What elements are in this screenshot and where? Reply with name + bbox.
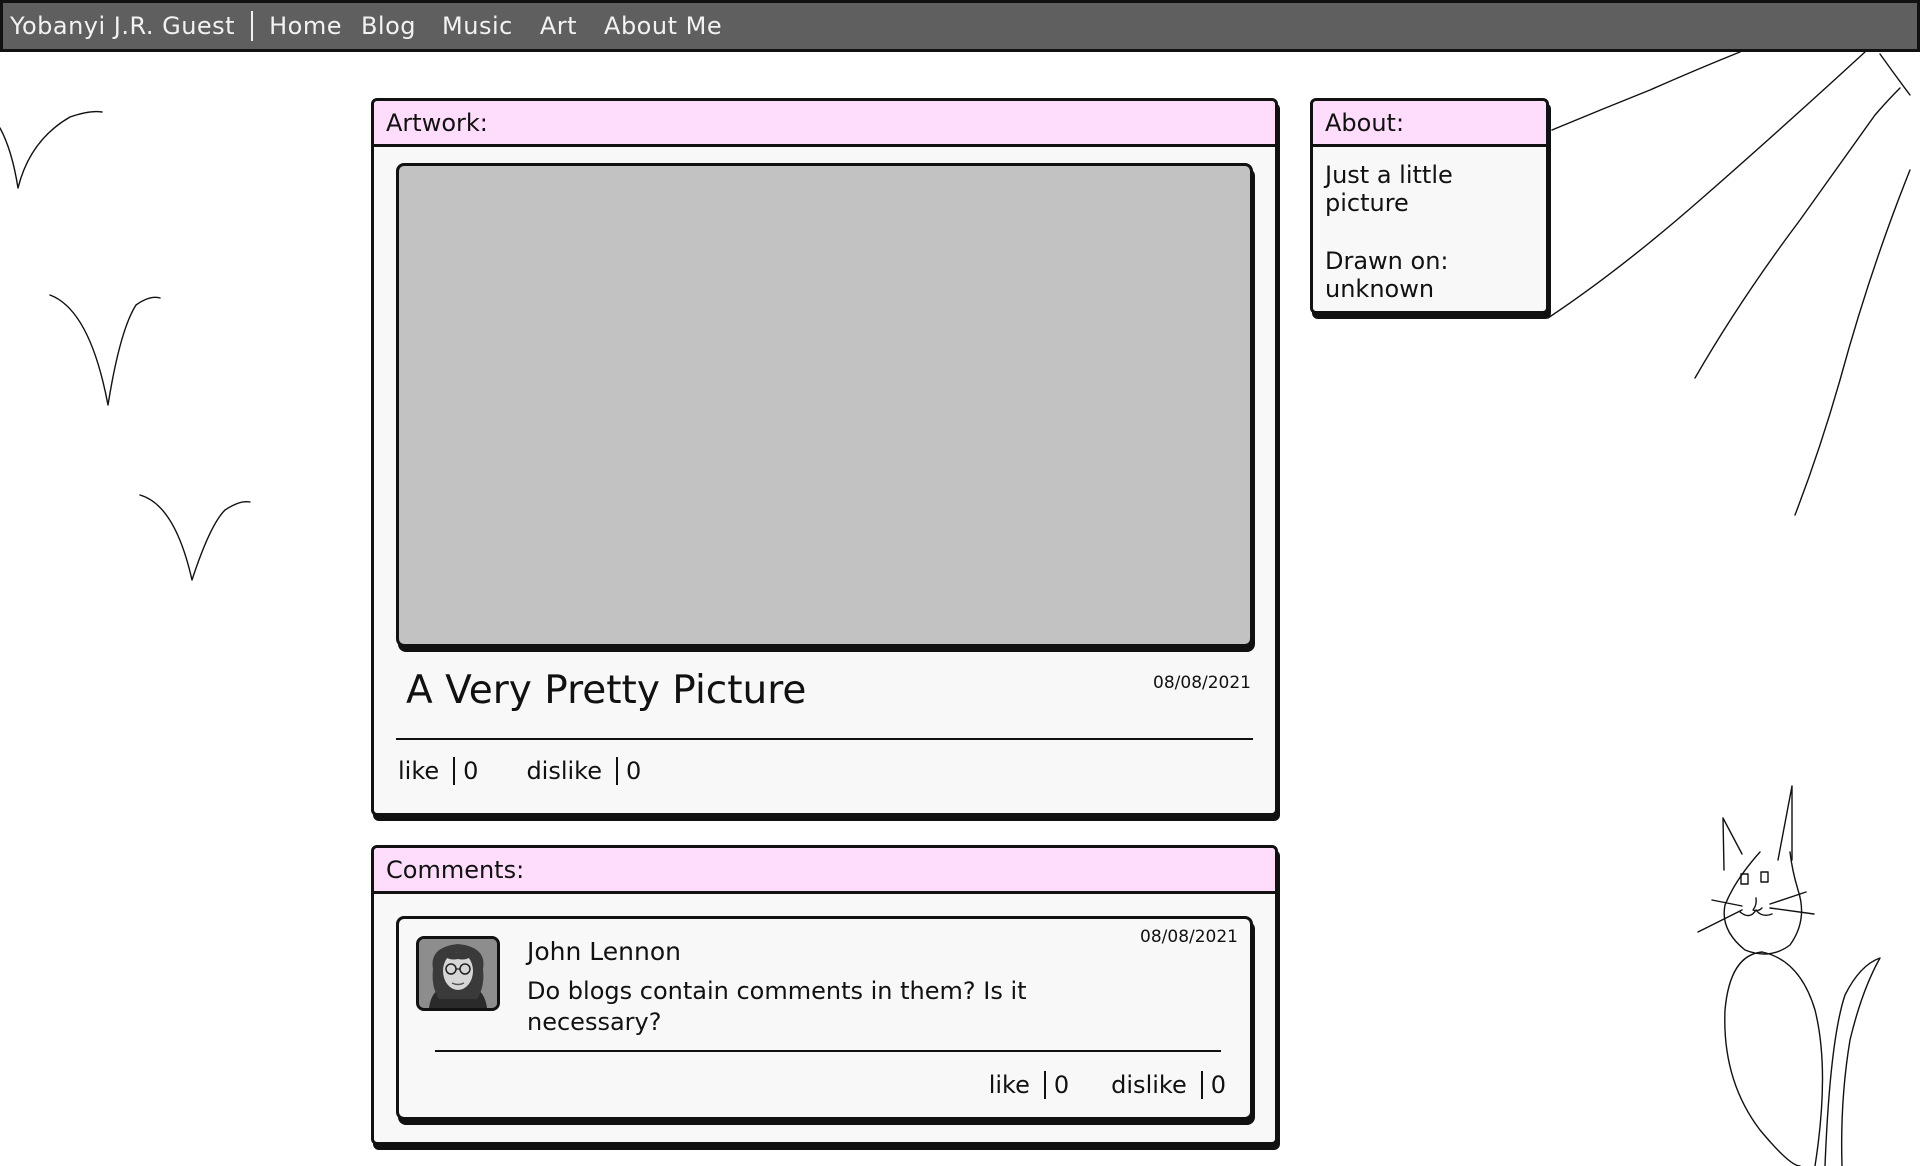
comment-card: John Lennon 08/08/2021 Do blogs contain … bbox=[396, 916, 1253, 1120]
comment-text: Do blogs contain comments in them? Is it… bbox=[527, 977, 1027, 1036]
artwork-title: A Very Pretty Picture bbox=[406, 668, 807, 713]
comment-like-count: 0 bbox=[1043, 1071, 1069, 1099]
artwork-divider bbox=[396, 738, 1253, 740]
comment-dislike-button[interactable]: dislike bbox=[1111, 1071, 1187, 1099]
nav-link-home[interactable]: Home bbox=[269, 12, 342, 40]
about-panel-header: About: bbox=[1313, 101, 1546, 147]
about-description: Just a little picture bbox=[1325, 161, 1453, 217]
comment-like-button[interactable]: like bbox=[989, 1071, 1030, 1099]
artwork-date: 08/08/2021 bbox=[1153, 673, 1251, 693]
drawn-on-label: Drawn on: bbox=[1325, 247, 1449, 275]
nav-link-music[interactable]: Music bbox=[442, 12, 513, 40]
artwork-panel-header: Artwork: bbox=[374, 101, 1275, 147]
user-portrait-icon bbox=[419, 939, 497, 1008]
bird-doodle bbox=[0, 110, 103, 189]
drawn-on-value: unknown bbox=[1325, 275, 1435, 303]
comment-author: John Lennon bbox=[527, 937, 682, 966]
nav-link-blog[interactable]: Blog bbox=[361, 12, 416, 40]
sun-rays-doodle bbox=[1547, 51, 1911, 516]
artwork-panel: Artwork: A Very Pretty Picture 08/08/202… bbox=[371, 98, 1278, 816]
site-brand[interactable]: Yobanyi J.R. Guest bbox=[3, 11, 254, 41]
comment-divider bbox=[435, 1050, 1221, 1052]
artwork-like-button[interactable]: like bbox=[398, 757, 439, 785]
artwork-like-count: 0 bbox=[453, 757, 478, 785]
cat-doodle bbox=[1697, 785, 1881, 1166]
artwork-vote-bar: like 0 dislike 0 bbox=[398, 757, 641, 785]
bird-doodle bbox=[139, 494, 251, 581]
comment-vote-bar: like 0 dislike 0 bbox=[989, 1071, 1226, 1099]
about-body: Just a little picture Drawn on: unknown bbox=[1313, 147, 1546, 303]
comment-dislike-count: 0 bbox=[1200, 1071, 1226, 1099]
artwork-dislike-count: 0 bbox=[616, 757, 641, 785]
comments-panel-header: Comments: bbox=[374, 848, 1275, 894]
about-panel: About: Just a little picture Drawn on: u… bbox=[1310, 98, 1549, 314]
top-navbar: Yobanyi J.R. Guest Home Blog Music Art A… bbox=[0, 0, 1920, 52]
nav-link-art[interactable]: Art bbox=[540, 12, 577, 40]
avatar[interactable] bbox=[416, 936, 500, 1011]
comments-panel: Comments: John Lennon 08/08/2021 Do blog… bbox=[371, 845, 1278, 1145]
bird-doodle bbox=[49, 294, 161, 406]
artwork-dislike-button[interactable]: dislike bbox=[526, 757, 602, 785]
nav-link-about-me[interactable]: About Me bbox=[604, 12, 722, 40]
comment-date: 08/08/2021 bbox=[1140, 927, 1238, 947]
artwork-image-placeholder[interactable] bbox=[396, 163, 1253, 647]
